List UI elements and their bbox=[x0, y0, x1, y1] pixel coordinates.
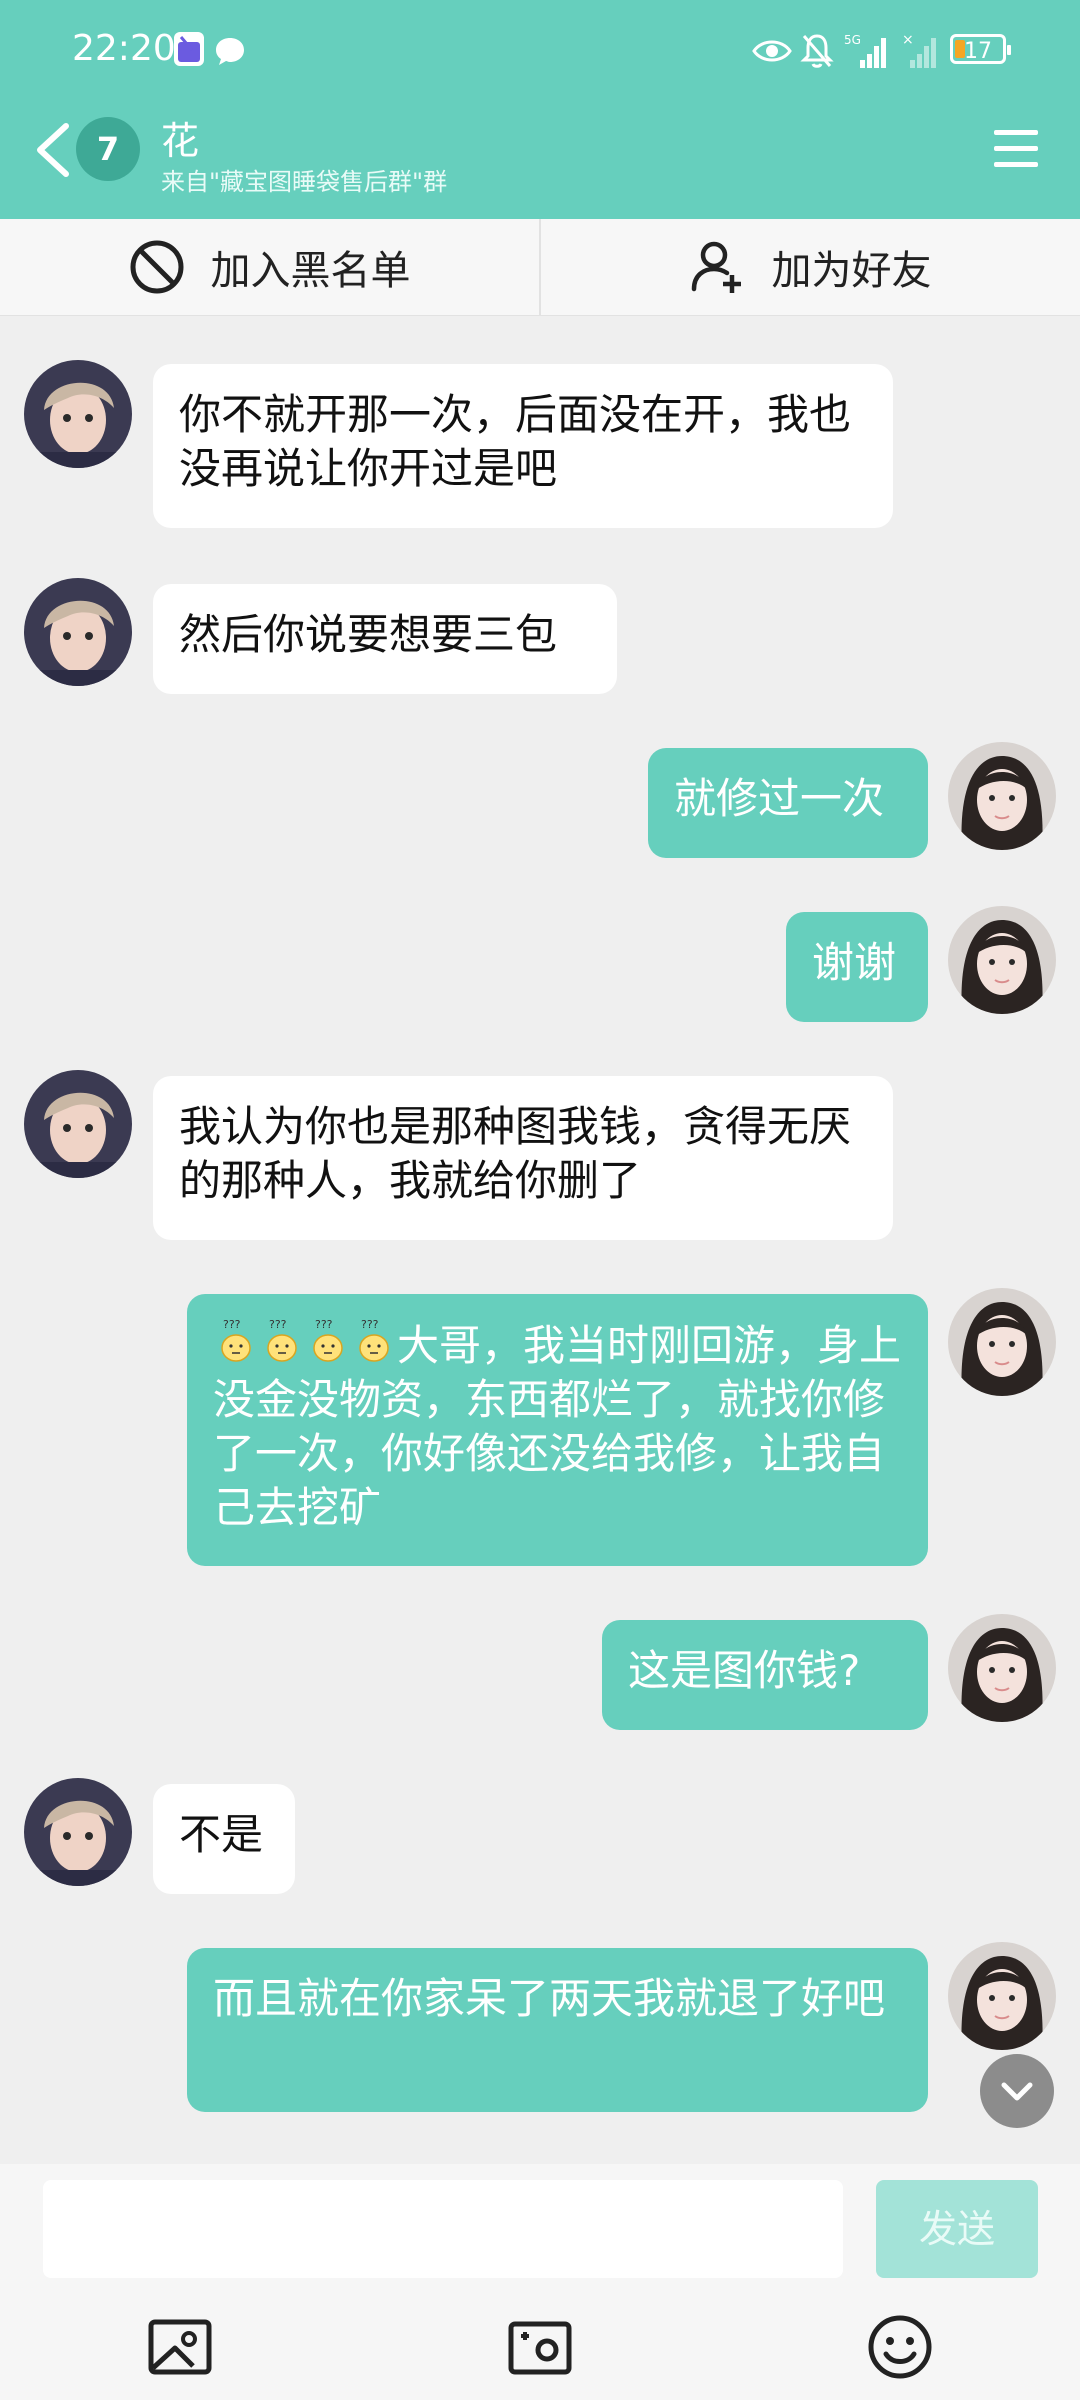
emoji-icon[interactable] bbox=[865, 2312, 935, 2382]
svg-text:???: ??? bbox=[315, 1318, 333, 1331]
chevron-down-icon bbox=[1001, 2082, 1033, 2101]
send-button[interactable]: 发送 bbox=[876, 2180, 1038, 2278]
my-avatar[interactable] bbox=[948, 742, 1056, 850]
confused-baby-emoji-icon: ??? bbox=[305, 1318, 351, 1364]
message-bubble-outgoing[interactable]: 谢谢 bbox=[786, 912, 928, 1022]
confused-baby-emoji-icon: ??? bbox=[351, 1318, 397, 1364]
eye-icon bbox=[752, 40, 792, 62]
svg-text:5G: 5G bbox=[844, 33, 861, 47]
svg-text:???: ??? bbox=[269, 1318, 287, 1331]
my-avatar[interactable] bbox=[948, 1288, 1056, 1396]
message-bubble-incoming[interactable]: 你不就开那一次，后面没在开，我也没再说让你开过是吧 bbox=[153, 364, 893, 528]
chat-bubble-icon bbox=[216, 38, 244, 65]
message-bubble-incoming[interactable]: 不是 bbox=[153, 1784, 295, 1894]
svg-text:???: ??? bbox=[223, 1318, 241, 1331]
camera-icon[interactable] bbox=[505, 2312, 575, 2382]
message-bubble-outgoing[interactable]: 就修过一次 bbox=[648, 748, 928, 858]
stranger-action-bar: 加入黑名单 加为好友 bbox=[0, 219, 1080, 316]
page-title: 花 bbox=[161, 119, 200, 163]
confused-baby-emoji-icon: ??? bbox=[213, 1318, 259, 1364]
menu-icon[interactable] bbox=[994, 130, 1038, 170]
my-avatar[interactable] bbox=[948, 1942, 1056, 2050]
mute-bell-icon bbox=[800, 34, 834, 68]
status-bar: 22:20 5G × 17 bbox=[0, 0, 1080, 100]
contact-avatar[interactable] bbox=[24, 578, 132, 686]
message-bubble-incoming[interactable]: 然后你说要想要三包 bbox=[153, 584, 617, 694]
svg-text:???: ??? bbox=[361, 1318, 379, 1331]
svg-text:×: × bbox=[902, 32, 914, 48]
contact-avatar[interactable] bbox=[24, 360, 132, 468]
scroll-to-bottom-button[interactable] bbox=[980, 2054, 1054, 2128]
group-source-subtitle: 来自"藏宝图睡袋售后群"群 bbox=[161, 168, 448, 196]
chat-message-list[interactable]: 你不就开那一次，后面没在开，我也没再说让你开过是吧 然后你说要想要三包 就修过一… bbox=[0, 316, 1080, 2164]
confused-baby-emoji-icon: ??? bbox=[259, 1318, 305, 1364]
app-notification-icon bbox=[174, 32, 204, 66]
battery-icon: 17 bbox=[950, 34, 1011, 64]
my-avatar[interactable] bbox=[948, 1614, 1056, 1722]
add-friend-button[interactable]: 加为好友 bbox=[541, 219, 1080, 315]
contact-avatar[interactable] bbox=[24, 1070, 132, 1178]
message-bubble-outgoing[interactable]: ???????????? 大哥，我当时刚回游，身上没金没物资，东西都烂了，就找你修… bbox=[187, 1294, 928, 1566]
block-icon bbox=[130, 240, 183, 294]
message-input-bar: 发送 bbox=[0, 2164, 1080, 2400]
battery-level: 17 bbox=[964, 39, 992, 64]
message-bubble-incoming[interactable]: 我认为你也是那种图我钱，贪得无厌的那种人，我就给你删了 bbox=[153, 1076, 893, 1240]
blacklist-button[interactable]: 加入黑名单 bbox=[0, 219, 539, 315]
my-avatar[interactable] bbox=[948, 906, 1056, 1014]
image-picker-icon[interactable] bbox=[145, 2312, 215, 2382]
contact-avatar[interactable] bbox=[24, 1778, 132, 1886]
unread-count-badge[interactable]: 7 bbox=[76, 117, 140, 181]
back-arrow-icon[interactable] bbox=[32, 122, 72, 178]
signal-5g-icon: 5G bbox=[844, 33, 886, 68]
blacklist-label: 加入黑名单 bbox=[210, 248, 411, 294]
add-user-icon bbox=[691, 241, 741, 293]
signal-weak-icon: × bbox=[902, 32, 936, 68]
status-time: 22:20 bbox=[72, 28, 176, 69]
message-input[interactable] bbox=[43, 2180, 843, 2278]
add-friend-label: 加为好友 bbox=[771, 248, 932, 294]
app-header: 22:20 5G × 17 7 花 来自"藏宝图睡袋售后群"群 bbox=[0, 0, 1080, 219]
message-bubble-outgoing[interactable]: 这是图你钱? bbox=[602, 1620, 928, 1730]
message-bubble-outgoing[interactable]: 而且就在你家呆了两天我就退了好吧 bbox=[187, 1948, 928, 2112]
